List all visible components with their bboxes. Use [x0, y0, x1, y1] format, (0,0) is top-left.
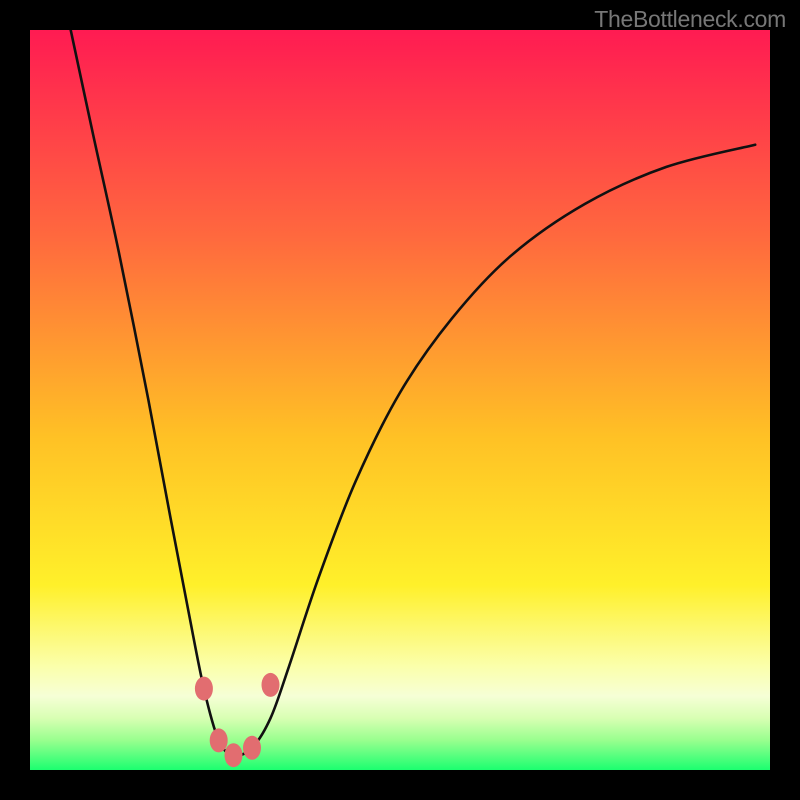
curve-marker — [210, 728, 228, 752]
chart-svg — [30, 30, 770, 770]
curve-marker — [262, 673, 280, 697]
bottleneck-curve — [71, 30, 756, 755]
curve-marker — [243, 736, 261, 760]
curve-marker — [195, 677, 213, 701]
chart-frame — [30, 30, 770, 770]
marker-group — [195, 673, 280, 767]
curve-marker — [225, 743, 243, 767]
watermark-text: TheBottleneck.com — [594, 6, 786, 33]
